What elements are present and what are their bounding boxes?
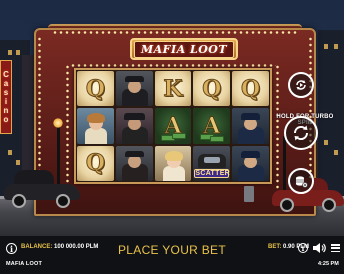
marquee-lights-reels-top [70, 64, 276, 67]
casino-sign-letter: C [3, 70, 9, 79]
car-left [4, 170, 80, 210]
spin-button[interactable] [284, 116, 318, 150]
casino-sign-letter: i [4, 97, 8, 106]
marquee-lights-outer-right [309, 36, 312, 186]
bet-label: BET: [268, 244, 282, 250]
symbol-lady [77, 108, 114, 144]
symbol-cop-2 [232, 145, 269, 181]
balance-label: BALANCE: [21, 244, 53, 250]
symbol-boss [115, 108, 153, 144]
casino-sign-letter: n [3, 106, 9, 115]
marquee-lights-top [52, 31, 298, 34]
symbol-a-money: A [193, 108, 231, 144]
lamp-light-left [53, 118, 63, 128]
autoplay-icon [296, 80, 306, 90]
reels-frame: Q K Q Q A A Q SCATTER [74, 68, 272, 184]
symbol-q: Q [77, 145, 114, 181]
game-name-label: MAFIA LOOT [6, 261, 43, 267]
clock: 4:25 PM [318, 261, 339, 267]
game-logo: MAFIA LOOT [130, 38, 238, 60]
reel-grid: Q K Q Q A A Q SCATTER [77, 71, 269, 181]
marquee-lights-outer-left [38, 36, 41, 186]
bet-info-icon[interactable]: i [298, 243, 308, 253]
symbol-scatter: SCATTER [193, 145, 231, 181]
trash-can [244, 186, 254, 202]
balance-value: 100 000.00 PLM [54, 244, 99, 250]
symbol-q: Q [77, 71, 114, 107]
casino-sign-letter: o [3, 115, 9, 124]
symbol-blonde [154, 145, 192, 181]
bet-button[interactable] [288, 168, 314, 194]
casino-sign: C a s i n o [0, 60, 12, 134]
symbol-a-money: A [154, 108, 192, 144]
casino-sign-letter: s [3, 88, 9, 97]
scatter-label: SCATTER [194, 168, 231, 178]
symbol-q: Q [193, 71, 231, 107]
symbol-mobster-2 [115, 145, 153, 181]
symbol-mobster [115, 71, 153, 107]
symbol-k: K [154, 71, 192, 107]
marquee-lights-right [276, 64, 279, 190]
place-your-bet-text: PLACE YOUR BET [117, 243, 226, 257]
game-logo-text: MAFIA LOOT [133, 40, 235, 58]
coins-icon [296, 176, 308, 188]
symbol-cop [232, 108, 269, 144]
symbol-q: Q [232, 71, 269, 107]
casino-sign-letter: a [3, 79, 9, 88]
menu-icon[interactable] [331, 244, 340, 252]
info-icon[interactable]: i [6, 243, 17, 254]
sound-icon[interactable] [312, 242, 326, 254]
autoplay-button[interactable] [288, 72, 314, 98]
balance-display: BALANCE: 100 000.00 PLM [21, 244, 98, 250]
spin-icon [293, 125, 309, 141]
